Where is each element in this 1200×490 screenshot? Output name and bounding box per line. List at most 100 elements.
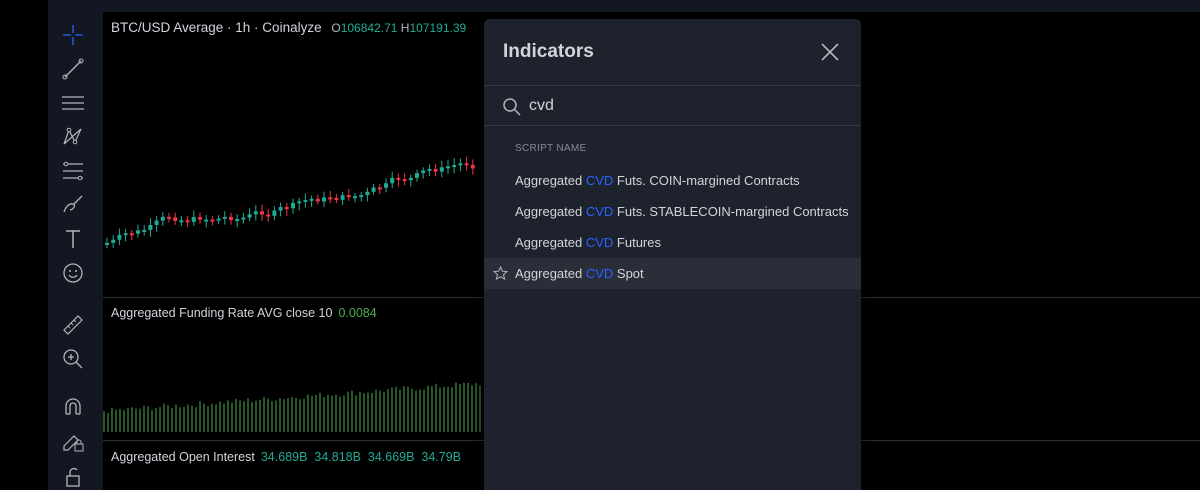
result-match: CVD (585, 266, 614, 281)
left-edge (0, 0, 48, 490)
result-prefix: Aggregated (515, 204, 586, 219)
candle-body (464, 163, 469, 166)
candle-body (247, 214, 252, 218)
candle-body (142, 229, 147, 232)
search-input[interactable] (529, 93, 829, 119)
candle-body (384, 183, 388, 188)
candle-body (111, 239, 116, 243)
candle-body (154, 220, 159, 225)
candle-body (278, 207, 283, 211)
symbol-header: BTC/USD Average · 1h · Coinalyze O106842… (111, 20, 466, 35)
candle-body (229, 216, 233, 221)
ruler-icon[interactable] (60, 312, 86, 338)
result-item[interactable]: Aggregated CVD Futs. COIN-margined Contr… (484, 165, 861, 196)
result-suffix: Spot (613, 266, 644, 281)
candle-body (433, 168, 438, 172)
result-suffix: Futures (613, 235, 661, 250)
lock-draw-icon[interactable] (60, 428, 86, 454)
result-match: CVD (585, 235, 614, 250)
section-header: SCRIPT NAME (515, 143, 587, 154)
result-suffix: Futs. STABLECOIN-margined Contracts (613, 204, 849, 219)
candle-body (216, 218, 221, 221)
result-label: Aggregated CVD Futures (515, 235, 661, 250)
candle-body (235, 219, 240, 222)
unlock-icon[interactable] (60, 464, 86, 490)
dialog-divider (484, 125, 861, 126)
candle-body (297, 201, 302, 204)
result-prefix: Aggregated (515, 173, 586, 188)
result-suffix: Futs. COIN-margined Contracts (613, 173, 800, 188)
candle-body (210, 219, 215, 222)
candle-body (309, 198, 314, 201)
trend-line-icon[interactable] (60, 56, 86, 82)
emoji-icon[interactable] (60, 260, 86, 286)
candle-body (402, 179, 407, 182)
candle-body (123, 233, 128, 236)
open-label: O (331, 21, 341, 35)
candle-body (105, 242, 109, 245)
candle-body (427, 168, 432, 171)
magnet-icon[interactable] (60, 394, 86, 420)
candle-body (458, 163, 463, 166)
candle-body (191, 217, 196, 222)
candle-body (346, 195, 351, 198)
candle-body (272, 210, 277, 216)
candle-body (322, 197, 326, 202)
candle-body (365, 191, 370, 196)
price-candles (105, 156, 475, 249)
dialog-title: Indicators (503, 41, 594, 62)
result-prefix: Aggregated (515, 235, 586, 250)
candle-body (179, 220, 184, 223)
open-interest-pane-label[interactable]: Aggregated Open Interest 34.689B 34.818B … (111, 450, 461, 464)
candle-body (266, 214, 271, 217)
candle-body (148, 224, 153, 230)
ohlc-readout: O106842.71 H107191.39 (331, 21, 466, 35)
result-match: CVD (585, 173, 614, 188)
candle-body (117, 234, 122, 240)
indicator-value: 34.689B 34.818B 34.669B 34.79B (260, 450, 462, 464)
candle-body (408, 177, 413, 181)
candle-body (315, 198, 320, 202)
drawing-toolbar (48, 10, 98, 490)
result-label: Aggregated CVD Spot (515, 266, 644, 281)
candle-body (204, 219, 209, 222)
text-icon[interactable] (60, 226, 86, 252)
brush-icon[interactable] (60, 192, 86, 218)
symbol-title: BTC/USD Average · 1h · Coinalyze (111, 20, 322, 35)
result-match: CVD (585, 204, 614, 219)
candle-body (260, 211, 264, 215)
candle-body (167, 216, 171, 219)
top-strip (48, 0, 1200, 10)
result-prefix: Aggregated (515, 266, 586, 281)
candle-body (452, 165, 457, 168)
result-label: Aggregated CVD Futs. COIN-margined Contr… (515, 173, 800, 188)
candle-body (334, 197, 339, 200)
fib-icon[interactable] (60, 158, 86, 184)
result-item[interactable]: Aggregated CVD Futures (484, 227, 861, 258)
candle-body (377, 187, 382, 190)
result-item[interactable]: Aggregated CVD Futs. STABLECOIN-margined… (484, 196, 861, 227)
pattern-icon[interactable] (60, 124, 86, 150)
candle-body (198, 217, 202, 220)
indicators-dialog: Indicators SCRIPT NAME Aggregated CVD Fu… (484, 19, 861, 490)
close-icon[interactable] (819, 41, 841, 63)
indicator-name: Aggregated Funding Rate AVG close 10 (111, 306, 333, 320)
candle-body (328, 197, 333, 200)
candle-body (291, 202, 295, 209)
indicator-value: 0.0084 (338, 306, 377, 320)
candle-body (284, 207, 289, 210)
funding-rate-pane-label[interactable]: Aggregated Funding Rate AVG close 10 0.00… (111, 306, 377, 320)
zoom-in-icon[interactable] (60, 346, 86, 372)
candle-body (359, 195, 364, 198)
candle-body (160, 216, 165, 221)
candle-body (470, 164, 475, 169)
candle-body (185, 220, 190, 223)
candle-body (129, 233, 134, 236)
funding-rate-bars (103, 382, 481, 432)
star-icon[interactable] (492, 265, 509, 281)
crosshair-icon[interactable] (60, 22, 86, 48)
result-label: Aggregated CVD Futs. STABLECOIN-margined… (515, 204, 849, 219)
result-item-hovered[interactable]: Aggregated CVD Spot (484, 258, 861, 289)
horizontal-lines-icon[interactable] (60, 90, 86, 116)
candle-body (415, 173, 419, 178)
